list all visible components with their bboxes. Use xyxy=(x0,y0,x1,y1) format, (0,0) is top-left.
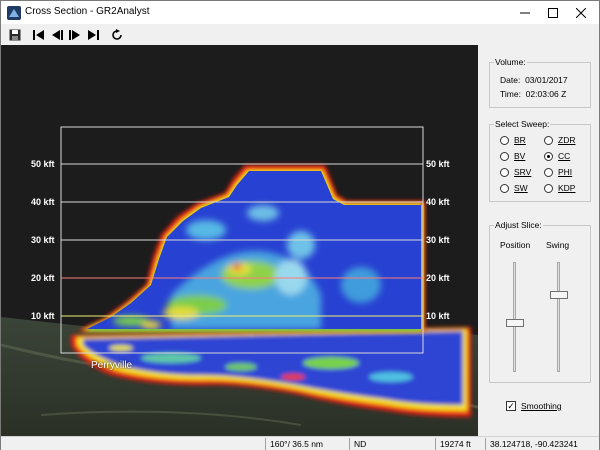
close-icon xyxy=(576,7,586,18)
adjust-slice-group: Adjust Slice: Position Swing xyxy=(489,220,591,383)
maximize-icon xyxy=(548,7,558,18)
sweep-option-zdr[interactable]: ZDR xyxy=(544,135,575,145)
close-button[interactable] xyxy=(567,1,595,24)
altitude-label-40-right: 40 kft xyxy=(426,197,450,207)
status-height: 19274 ft xyxy=(435,438,483,450)
altitude-label-10-right: 10 kft xyxy=(426,311,450,321)
cross-section-view[interactable]: 50 kft 40 kft 30 kft 20 kft 10 kft 50 kf… xyxy=(1,45,478,436)
sweep-option-srv[interactable]: SRV xyxy=(500,167,531,177)
refresh-button[interactable] xyxy=(109,27,124,42)
place-label: Perryville xyxy=(91,360,133,371)
smoothing-checkbox[interactable]: ✓ Smoothing xyxy=(506,401,562,411)
next-frame-icon xyxy=(68,29,80,40)
title-bar[interactable]: Cross Section - GR2Analyst xyxy=(1,1,599,24)
status-bearing: 160°/ 36.5 nm xyxy=(265,438,347,450)
next-frame-button[interactable] xyxy=(67,27,82,42)
radio-icon xyxy=(500,135,509,145)
toolbar xyxy=(1,24,599,45)
date-label: Date: xyxy=(500,75,521,85)
position-slider-thumb[interactable] xyxy=(506,318,524,327)
sweep-option-cc[interactable]: CC xyxy=(544,151,570,161)
status-bar: 160°/ 36.5 nm ND 19274 ft 38.124718, -90… xyxy=(1,436,599,450)
swing-slider-thumb[interactable] xyxy=(550,291,568,299)
altitude-label-30: 30 kft xyxy=(31,235,55,245)
app-window: Cross Section - GR2Analyst 50 kft 40 kft… xyxy=(0,0,600,450)
previous-frame-icon xyxy=(51,29,63,40)
first-frame-icon xyxy=(32,29,44,40)
control-panel: Volume: Date: 03/01/2017 Time: 02:03:06 … xyxy=(478,45,599,436)
position-slider-track[interactable] xyxy=(513,262,516,372)
altitude-label-50-right: 50 kft xyxy=(426,159,450,169)
select-sweep-group: Select Sweep: BR ZDR BV CC SRV PHI SW KD… xyxy=(489,119,591,202)
previous-frame-button[interactable] xyxy=(49,27,64,42)
sweep-option-br[interactable]: BR xyxy=(500,135,526,145)
volume-title: Volume: xyxy=(494,57,527,67)
last-frame-button[interactable] xyxy=(85,27,100,42)
maximize-button[interactable] xyxy=(539,1,567,24)
altitude-label-30-right: 30 kft xyxy=(426,235,450,245)
radio-icon xyxy=(544,135,553,145)
save-button[interactable] xyxy=(7,27,22,42)
first-frame-button[interactable] xyxy=(31,27,46,42)
sweep-option-kdp[interactable]: KDP xyxy=(544,183,575,193)
save-icon xyxy=(9,29,20,40)
reflectivity-wall xyxy=(77,165,425,331)
minimize-button[interactable] xyxy=(511,1,539,24)
time-label: Time: xyxy=(500,89,521,99)
last-frame-icon xyxy=(87,29,99,40)
checkbox-check-icon: ✓ xyxy=(506,401,516,411)
radio-icon xyxy=(500,183,509,193)
altitude-label-20-right: 20 kft xyxy=(426,273,450,283)
date-row: Date: 03/01/2017 xyxy=(500,75,568,85)
status-value: ND xyxy=(349,438,433,450)
sweep-option-sw[interactable]: SW xyxy=(500,183,528,193)
adjust-slice-title: Adjust Slice: xyxy=(494,220,543,230)
altitude-label-20: 20 kft xyxy=(31,273,55,283)
position-label: Position xyxy=(500,240,531,250)
minimize-icon xyxy=(520,12,530,13)
altitude-label-50: 50 kft xyxy=(31,159,55,169)
time-value: 02:03:06 Z xyxy=(525,89,567,99)
refresh-icon xyxy=(111,28,122,40)
altitude-label-40: 40 kft xyxy=(31,197,55,207)
radar-render xyxy=(1,126,478,436)
volume-group: Volume: Date: 03/01/2017 Time: 02:03:06 … xyxy=(489,57,591,108)
radio-icon xyxy=(544,183,553,193)
sweep-option-phi[interactable]: PHI xyxy=(544,167,572,177)
radio-icon xyxy=(500,151,509,161)
radio-icon xyxy=(500,167,509,177)
radio-selected-icon xyxy=(544,151,553,161)
smoothing-label: Smoothing xyxy=(521,401,562,411)
sweep-option-bv[interactable]: BV xyxy=(500,151,525,161)
swing-slider-track[interactable] xyxy=(557,262,560,372)
swing-label: Swing xyxy=(546,240,570,250)
app-icon xyxy=(7,6,21,20)
select-sweep-title: Select Sweep: xyxy=(494,119,551,129)
window-title: Cross Section - GR2Analyst xyxy=(25,6,150,17)
altitude-label-10: 10 kft xyxy=(31,311,55,321)
date-value: 03/01/2017 xyxy=(525,75,568,85)
radio-icon xyxy=(544,167,553,177)
time-row: Time: 02:03:06 Z xyxy=(500,89,566,99)
status-coords: 38.124718, -90.423241 xyxy=(485,438,595,450)
